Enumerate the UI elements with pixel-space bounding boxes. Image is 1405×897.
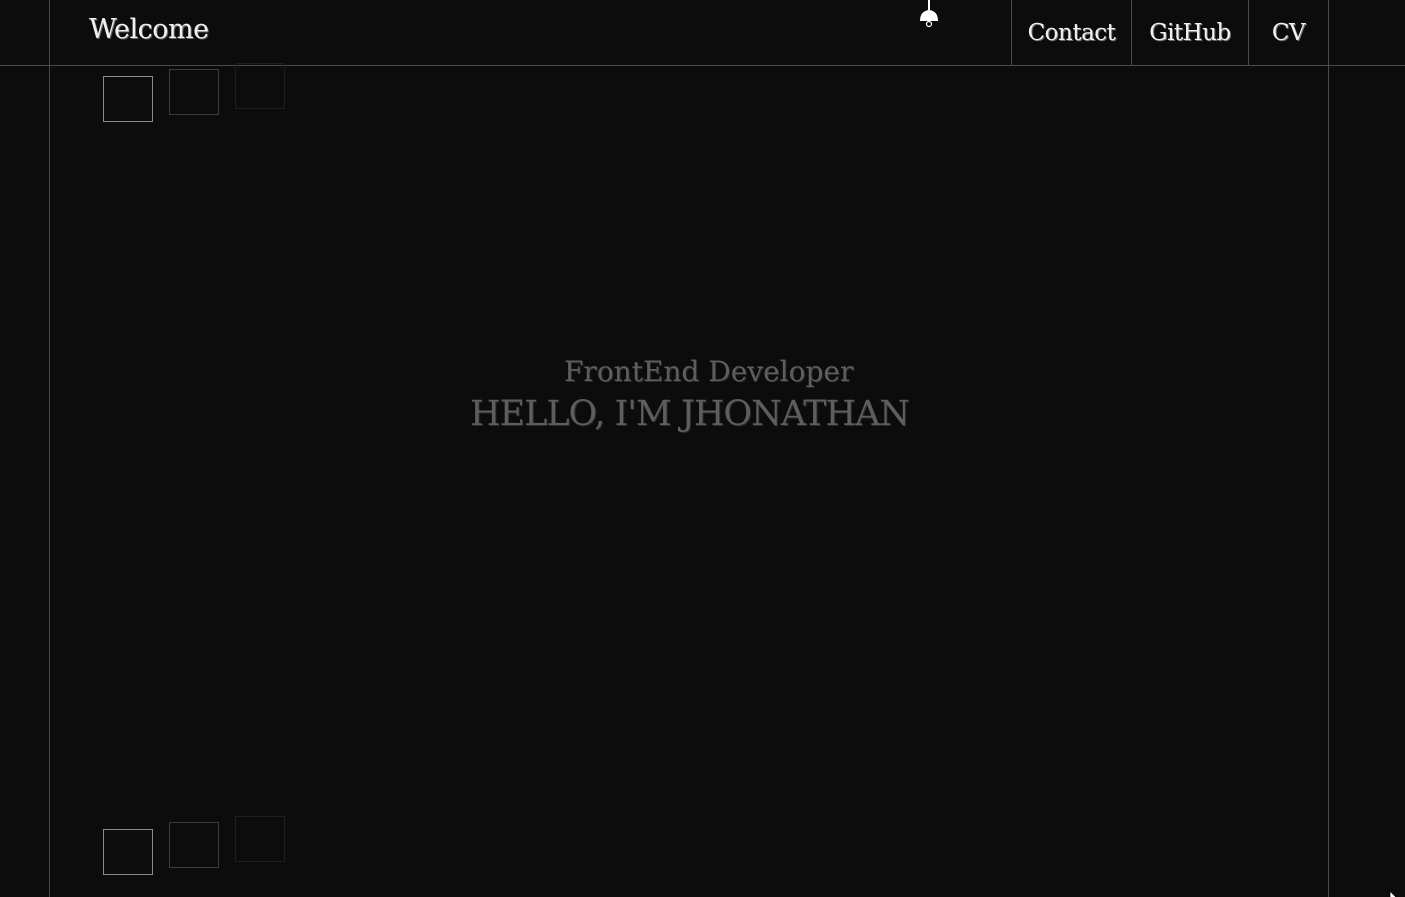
nav-cv-link[interactable]: CV [1248, 0, 1328, 65]
nav-contact-link[interactable]: Contact [1011, 0, 1131, 65]
mouse-cursor-icon [1388, 886, 1402, 897]
decor-square [103, 829, 153, 875]
nav-github-link[interactable]: GitHub [1131, 0, 1248, 65]
main-nav: Contact GitHub CV [1011, 0, 1328, 65]
decor-square [103, 76, 153, 122]
hero-subtitle: FrontEnd Developer [564, 355, 854, 388]
left-guide-line [49, 0, 50, 897]
decor-square [235, 63, 285, 109]
page: Welcome Contact GitHub CV FrontEnd Devel… [0, 0, 1405, 897]
decor-square [169, 69, 219, 115]
right-guide-line [1328, 0, 1329, 897]
hero-title: HELLO, I'M JHONATHAN [470, 394, 910, 434]
lamp-icon[interactable] [917, 0, 941, 28]
decor-square [169, 822, 219, 868]
top-navbar: Welcome Contact GitHub CV [0, 0, 1405, 66]
brand-welcome[interactable]: Welcome [89, 14, 209, 45]
decor-square [235, 816, 285, 862]
